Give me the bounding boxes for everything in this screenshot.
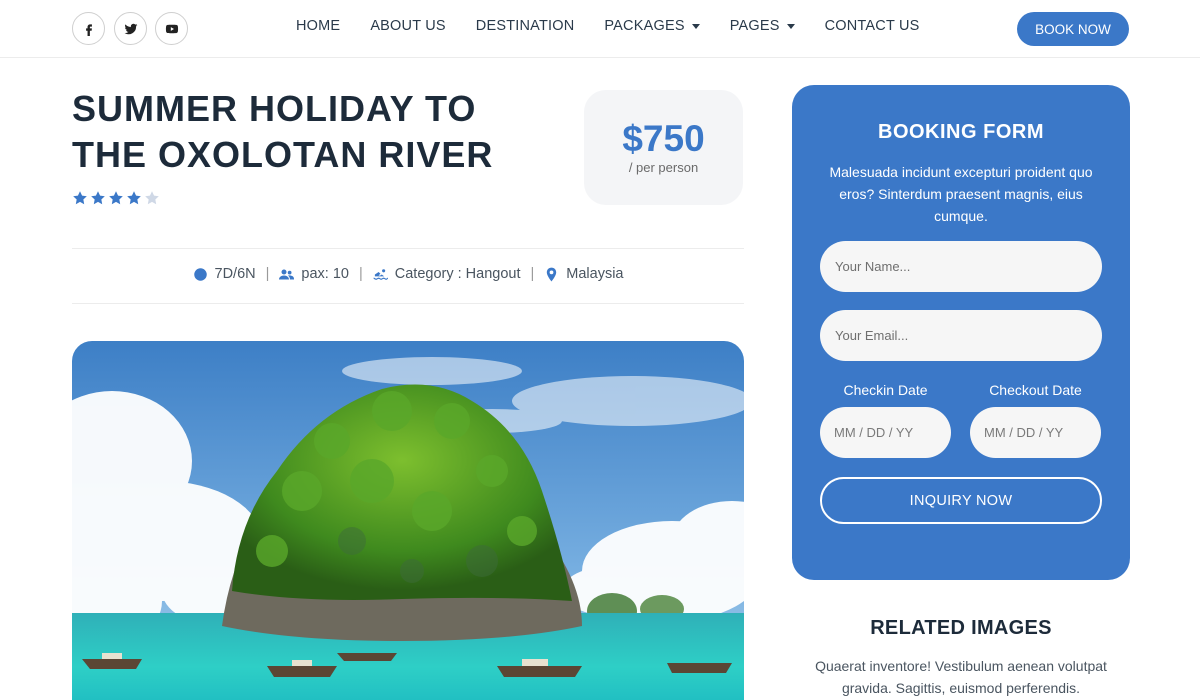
duration-text: 7D/6N <box>214 266 256 282</box>
category: Category : Hangout <box>373 266 521 282</box>
facebook-icon[interactable] <box>72 12 105 45</box>
inquiry-now-button[interactable]: INQUIRY NOW <box>820 477 1102 524</box>
booking-form-title: BOOKING FORM <box>878 121 1044 143</box>
hero-image <box>72 341 744 700</box>
location: Malaysia <box>544 266 624 282</box>
main-nav: HOME ABOUT US DESTINATION PACKAGES PAGES… <box>296 18 950 34</box>
book-now-button[interactable]: BOOK NOW <box>1017 12 1129 46</box>
name-field[interactable]: Your Name... <box>820 241 1102 292</box>
booking-form-description: Malesuada incidunt excepturi proident qu… <box>829 164 1093 224</box>
nav-pages[interactable]: PAGES <box>730 18 795 34</box>
youtube-icon[interactable] <box>155 12 188 45</box>
category-text: Category : Hangout <box>394 266 521 282</box>
twitter-icon[interactable] <box>114 12 147 45</box>
swimmer-icon <box>373 268 388 280</box>
checkout-label: Checkout Date <box>989 382 1082 398</box>
location-text: Malaysia <box>566 266 624 282</box>
duration: 7D/6N <box>193 266 256 282</box>
chevron-down-icon <box>691 23 700 29</box>
nav-packages[interactable]: PACKAGES <box>604 18 700 34</box>
nav-home[interactable]: HOME <box>296 18 340 34</box>
related-images-title: RELATED IMAGES <box>870 617 1052 639</box>
nav-destination[interactable]: DESTINATION <box>476 18 575 34</box>
separator: | <box>358 266 363 282</box>
booking-form: BOOKING FORM Malesuada incidunt exceptur… <box>792 85 1130 580</box>
pax: pax: 10 <box>279 266 349 282</box>
star-filled-icon <box>109 191 123 205</box>
site-header: HOME ABOUT US DESTINATION PACKAGES PAGES… <box>0 0 1200 58</box>
price: $750 <box>622 118 705 159</box>
rating-stars <box>72 190 160 206</box>
title-line-1: SUMMER HOLIDAY TO <box>72 88 477 129</box>
checkin-label: Checkin Date <box>843 382 928 398</box>
clock-icon <box>193 267 207 281</box>
divider <box>72 248 744 249</box>
checkin-date-input[interactable]: MM / DD / YY <box>820 407 951 458</box>
page-title: SUMMER HOLIDAY TO THE OXOLOTAN RIVER <box>72 86 552 178</box>
title-line-2: THE OXOLOTAN RIVER <box>72 134 494 175</box>
tour-meta: 7D/6N | pax: 10 | Category : Hangout | M… <box>72 266 744 282</box>
star-filled-icon <box>91 191 105 205</box>
checkout-date-input[interactable]: MM / DD / YY <box>970 407 1101 458</box>
email-field[interactable]: Your Email... <box>820 310 1102 361</box>
divider <box>72 303 744 304</box>
star-filled-icon <box>127 191 141 205</box>
users-icon <box>279 269 295 279</box>
star-filled-icon <box>73 191 87 205</box>
nav-about-us[interactable]: ABOUT US <box>370 18 445 34</box>
separator: | <box>530 266 535 282</box>
related-images-description: Quaerat inventore! Vestibulum aenean vol… <box>815 658 1107 696</box>
nav-contact-us[interactable]: CONTACT US <box>825 18 920 34</box>
price-unit: / per person <box>628 160 699 175</box>
price-box: $750 / per person <box>584 90 743 205</box>
pax-text: pax: 10 <box>301 266 349 282</box>
map-pin-icon <box>547 267 557 281</box>
star-empty-icon <box>145 191 159 205</box>
chevron-down-icon <box>786 23 795 29</box>
separator: | <box>265 266 270 282</box>
